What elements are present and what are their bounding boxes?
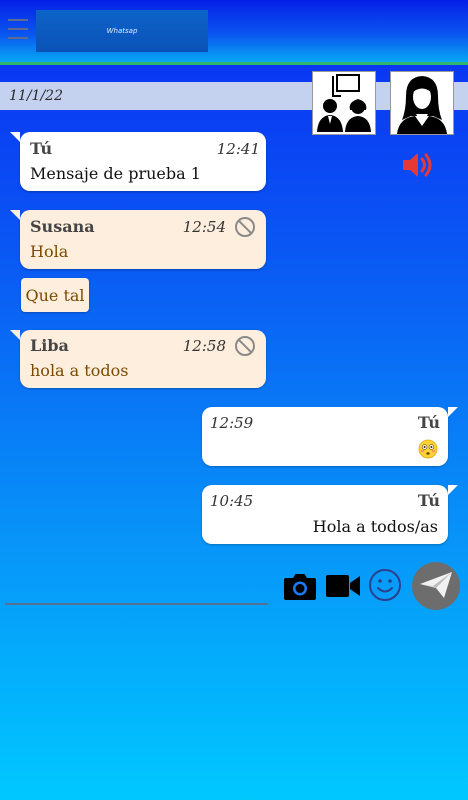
message-input[interactable]	[5, 603, 268, 605]
message-text: Que tal	[25, 285, 85, 305]
message-bubble[interactable]: 10:45 Tú Hola a todos/as	[202, 485, 458, 544]
hamburger-menu-icon[interactable]	[8, 19, 28, 41]
message-bubble[interactable]: Que tal	[21, 278, 89, 312]
message-time: 12:54	[182, 218, 226, 236]
group-chat-avatar-icon[interactable]	[312, 71, 376, 135]
woman-avatar-icon[interactable]	[390, 71, 454, 135]
message-bubble[interactable]: Susana 12:54 Hola	[10, 210, 266, 269]
message-time: 10:45	[210, 492, 254, 510]
message-sender: Tú	[30, 139, 53, 158]
message-time: 12:41	[216, 140, 260, 158]
app-logo-text: Whatsap	[106, 27, 138, 35]
message-sender: Tú	[417, 491, 440, 510]
message-sender: Susana	[30, 217, 95, 236]
message-time: 12:59	[210, 414, 254, 432]
video-camera-icon[interactable]	[325, 573, 361, 603]
smiley-icon[interactable]	[368, 568, 402, 606]
message-bubble[interactable]: Tú 12:41 Mensaje de prueba 1	[10, 132, 266, 191]
paper-plane-send-icon	[418, 569, 454, 603]
message-bubble[interactable]: Liba 12:58 hola a todos	[10, 330, 266, 388]
date-separator: 11/1/22	[9, 88, 63, 104]
message-bubble[interactable]: 12:59 Tú	[202, 407, 458, 466]
message-sender: Liba	[30, 336, 69, 355]
message-text: Hola	[30, 242, 69, 261]
message-sender: Tú	[417, 413, 440, 432]
app-logo-banner: Whatsap	[36, 10, 208, 52]
message-text: Hola a todos/as	[312, 517, 438, 536]
flushed-face-emoji	[418, 439, 438, 459]
message-time: 12:58	[182, 337, 226, 355]
message-text: Mensaje de prueba 1	[30, 164, 201, 183]
block-icon[interactable]	[234, 216, 256, 238]
block-icon[interactable]	[234, 335, 256, 357]
message-text: hola a todos	[30, 361, 129, 380]
camera-icon[interactable]	[283, 571, 317, 605]
send-button[interactable]	[412, 562, 460, 610]
speaker-volume-icon[interactable]	[400, 150, 436, 180]
app-header: Whatsap	[0, 0, 468, 65]
